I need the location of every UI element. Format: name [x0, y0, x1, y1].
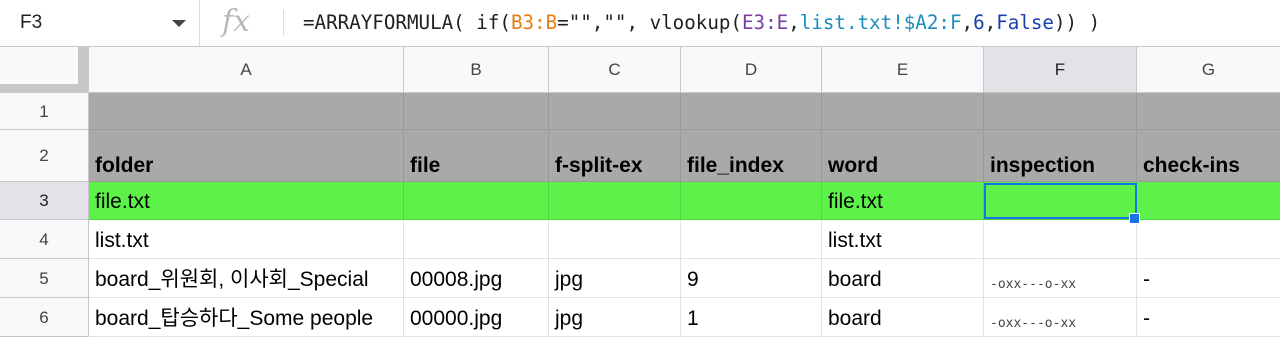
- cell-a3[interactable]: file.txt: [89, 182, 404, 220]
- cell-b4[interactable]: [404, 220, 549, 259]
- formula-token: B3:B: [510, 11, 558, 34]
- cell-f1[interactable]: [984, 93, 1137, 130]
- cell-d1[interactable]: [681, 93, 822, 130]
- formula-token: False: [996, 11, 1054, 34]
- formula-token: list.txt!$A2:F: [799, 11, 962, 34]
- cell-e5[interactable]: board: [822, 259, 984, 298]
- cell-e4[interactable]: list.txt: [822, 220, 984, 259]
- formula-token: ,: [961, 11, 974, 34]
- cell-g2[interactable]: check-ins: [1137, 130, 1280, 182]
- cell-b6[interactable]: 00000.jpg: [404, 298, 549, 337]
- cell-d6[interactable]: 1: [681, 298, 822, 337]
- column-header-g[interactable]: G: [1137, 47, 1280, 93]
- formula-token: =ARRAYFORMULA( if(: [303, 11, 511, 34]
- chevron-down-icon[interactable]: [172, 20, 186, 27]
- cell-a4[interactable]: list.txt: [89, 220, 404, 259]
- cell-g4[interactable]: [1137, 220, 1280, 259]
- cell-a6[interactable]: board_탑승하다_Some people: [89, 298, 404, 337]
- row-header-6[interactable]: 6: [0, 298, 89, 337]
- column-header-a[interactable]: A: [89, 47, 404, 93]
- cell-a2[interactable]: folder: [89, 130, 404, 182]
- cell-g1[interactable]: [1137, 93, 1280, 130]
- function-icon: fx: [222, 4, 251, 39]
- row-header-3[interactable]: 3: [0, 182, 89, 220]
- cell-c4[interactable]: [549, 220, 681, 259]
- row-header-5[interactable]: 5: [0, 259, 89, 298]
- name-box[interactable]: F3: [0, 0, 200, 46]
- cell-f4[interactable]: [984, 220, 1137, 259]
- formula-input[interactable]: =ARRAYFORMULA( if(B3:B="","", vlookup(E3…: [303, 11, 1100, 34]
- active-cell-selection: [984, 183, 1137, 219]
- column-header-d[interactable]: D: [681, 47, 822, 93]
- cell-g3[interactable]: [1137, 182, 1280, 220]
- column-header-c[interactable]: C: [549, 47, 681, 93]
- fill-handle[interactable]: [1129, 213, 1140, 224]
- cell-c5[interactable]: jpg: [549, 259, 681, 298]
- cell-c6[interactable]: jpg: [549, 298, 681, 337]
- cell-g6[interactable]: -: [1137, 298, 1280, 337]
- formula-bar: F3 fx =ARRAYFORMULA( if(B3:B="","", vloo…: [0, 0, 1280, 47]
- row-header-4[interactable]: 4: [0, 220, 89, 259]
- frozen-row-handle[interactable]: [0, 84, 89, 92]
- formula-token: ,: [984, 11, 997, 34]
- cell-a1[interactable]: [89, 93, 404, 130]
- cell-b1[interactable]: [404, 93, 549, 130]
- column-header-e[interactable]: E: [822, 47, 984, 93]
- formula-token: 6: [973, 11, 985, 34]
- cell-d2[interactable]: file_index: [681, 130, 822, 182]
- cell-a5[interactable]: board_위원회, 이사회_Special: [89, 259, 404, 298]
- divider: [283, 10, 284, 36]
- column-header-f[interactable]: F: [984, 47, 1137, 93]
- cell-g5[interactable]: -: [1137, 259, 1280, 298]
- cell-e3[interactable]: file.txt: [822, 182, 984, 220]
- row-header-2[interactable]: 2: [0, 130, 89, 182]
- cell-f2[interactable]: inspection: [984, 130, 1137, 182]
- cell-e2[interactable]: word: [822, 130, 984, 182]
- cell-f6[interactable]: -oxx---o-xx: [984, 298, 1137, 337]
- formula-token: ="","", vlookup(: [557, 11, 742, 34]
- select-all-corner[interactable]: [0, 46, 89, 93]
- cell-e1[interactable]: [822, 93, 984, 130]
- cell-reference[interactable]: F3: [20, 12, 42, 34]
- cell-c2[interactable]: f-split-ex: [549, 130, 681, 182]
- cell-c1[interactable]: [549, 93, 681, 130]
- column-header-b[interactable]: B: [404, 47, 549, 93]
- formula-token: ,: [788, 11, 800, 34]
- cell-b5[interactable]: 00008.jpg: [404, 259, 549, 298]
- cell-d5[interactable]: 9: [681, 259, 822, 298]
- cell-b2[interactable]: file: [404, 130, 549, 182]
- cell-d3[interactable]: [681, 182, 822, 220]
- cell-e6[interactable]: board: [822, 298, 984, 337]
- formula-token: E3:E: [742, 11, 789, 34]
- formula-token: )) ): [1053, 11, 1101, 34]
- cell-c3[interactable]: [549, 182, 681, 220]
- cell-d4[interactable]: [681, 220, 822, 259]
- cell-b3[interactable]: [404, 182, 549, 220]
- row-header-1[interactable]: 1: [0, 93, 89, 130]
- cell-f5[interactable]: -oxx---o-xx: [984, 259, 1137, 298]
